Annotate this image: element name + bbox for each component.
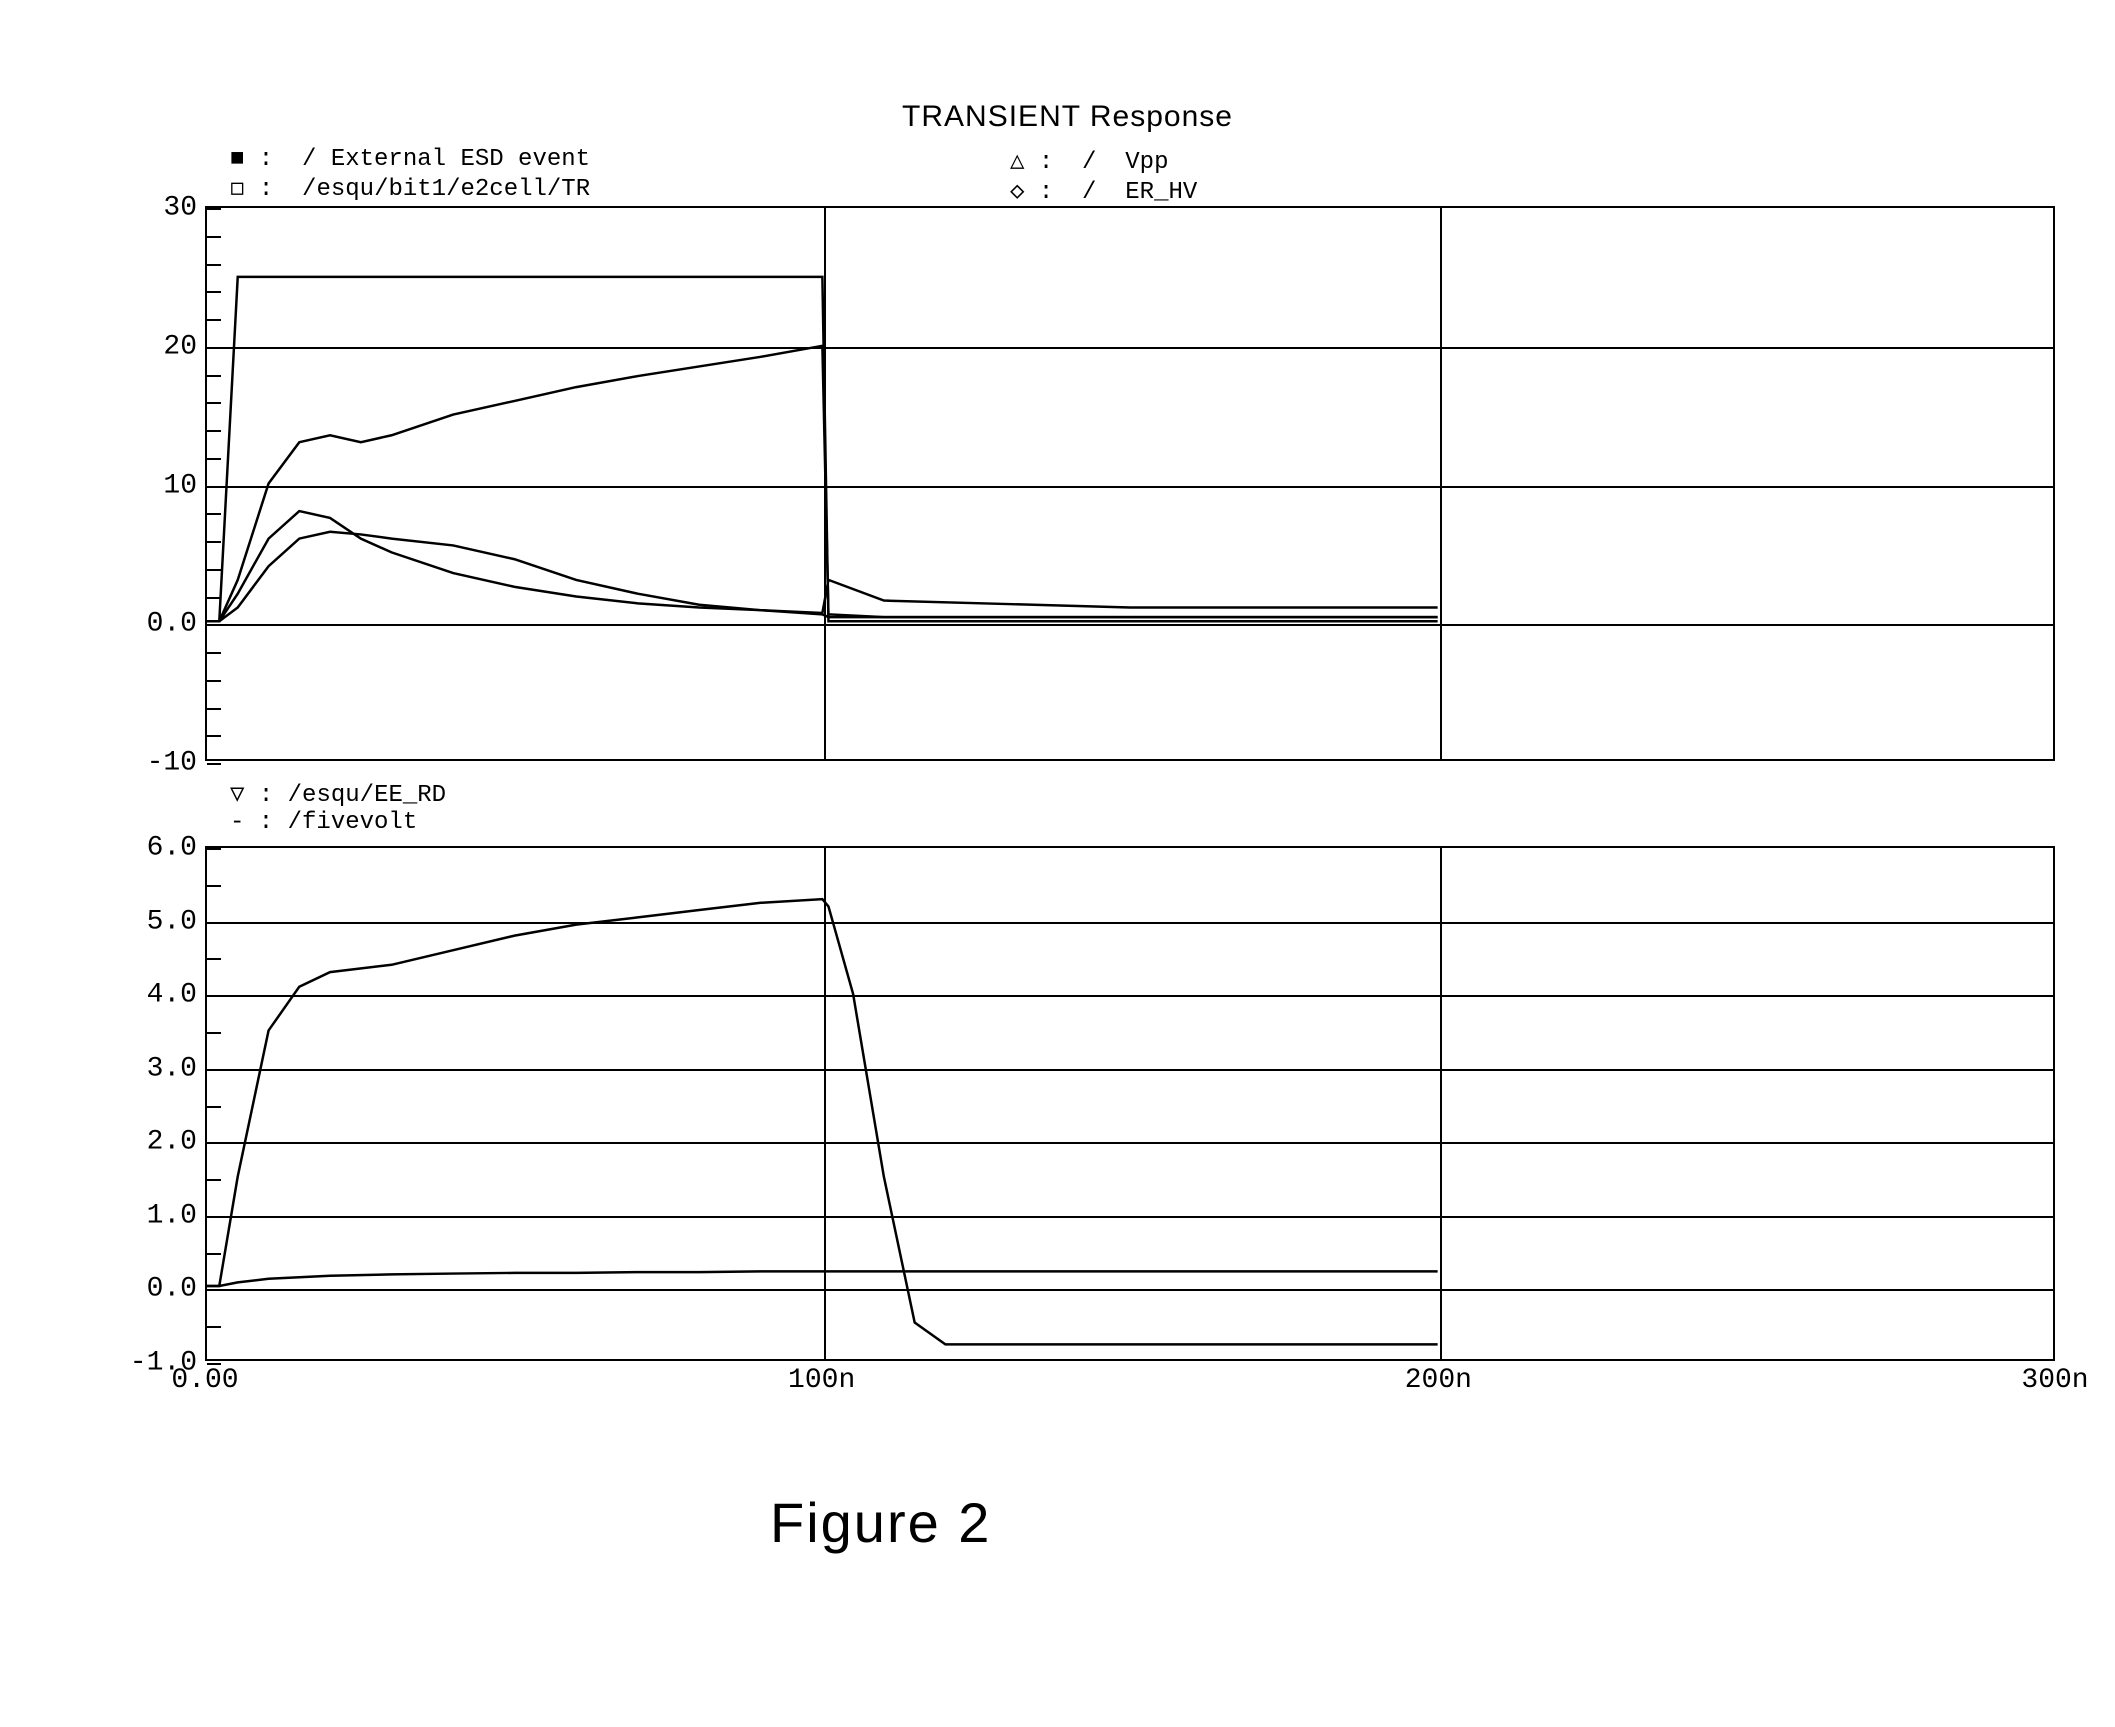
figure-caption: Figure 2	[770, 1490, 991, 1555]
x-tick-label: 200n	[1405, 1365, 1472, 1396]
bottom-legend: ▽ : /esqu/EE_RD - : /fivevolt	[100, 779, 2115, 836]
top-chart-area: 3020100.0-10	[205, 206, 2055, 761]
y-tick-label: 1.0	[107, 1200, 197, 1231]
chart-title: TRANSIENT Response	[20, 100, 2115, 134]
y-tick-label: 2.0	[107, 1127, 197, 1158]
y-tick-label: -10	[107, 748, 197, 779]
top-legend: ■ : / External ESD event ◻ : /esqu/bit1/…	[100, 146, 2115, 206]
x-tick-label: 0.00	[171, 1365, 238, 1396]
y-tick-label: 3.0	[107, 1053, 197, 1084]
legend-item: △ : / Vpp	[1010, 146, 1197, 176]
x-tick-label: 300n	[2021, 1365, 2088, 1396]
series-line	[207, 1271, 1438, 1286]
y-tick-label: 0.0	[107, 1274, 197, 1305]
series-line	[207, 899, 1438, 1344]
series-line	[207, 511, 1438, 621]
series-line	[207, 277, 1438, 621]
y-tick-label: 20	[107, 331, 197, 362]
series-line	[207, 346, 1438, 622]
bottom-chart-area: 6.05.04.03.02.01.00.0-1.0	[205, 846, 2055, 1361]
legend-item: ▽ : /esqu/EE_RD	[230, 779, 1010, 809]
legend-item: ◻ : /esqu/bit1/e2cell/TR	[230, 173, 1010, 203]
y-tick-label: 10	[107, 470, 197, 501]
y-tick-label: 4.0	[107, 980, 197, 1011]
y-tick-label: 6.0	[107, 833, 197, 864]
legend-item: ■ : / External ESD event	[230, 146, 1010, 173]
legend-item: ◇ : / ER_HV	[1010, 176, 1197, 206]
y-tick-label: 0.0	[107, 609, 197, 640]
y-tick-label: 30	[107, 193, 197, 224]
y-tick-label: 5.0	[107, 906, 197, 937]
legend-item: - : /fivevolt	[230, 809, 1010, 836]
x-tick-label: 100n	[788, 1365, 855, 1396]
